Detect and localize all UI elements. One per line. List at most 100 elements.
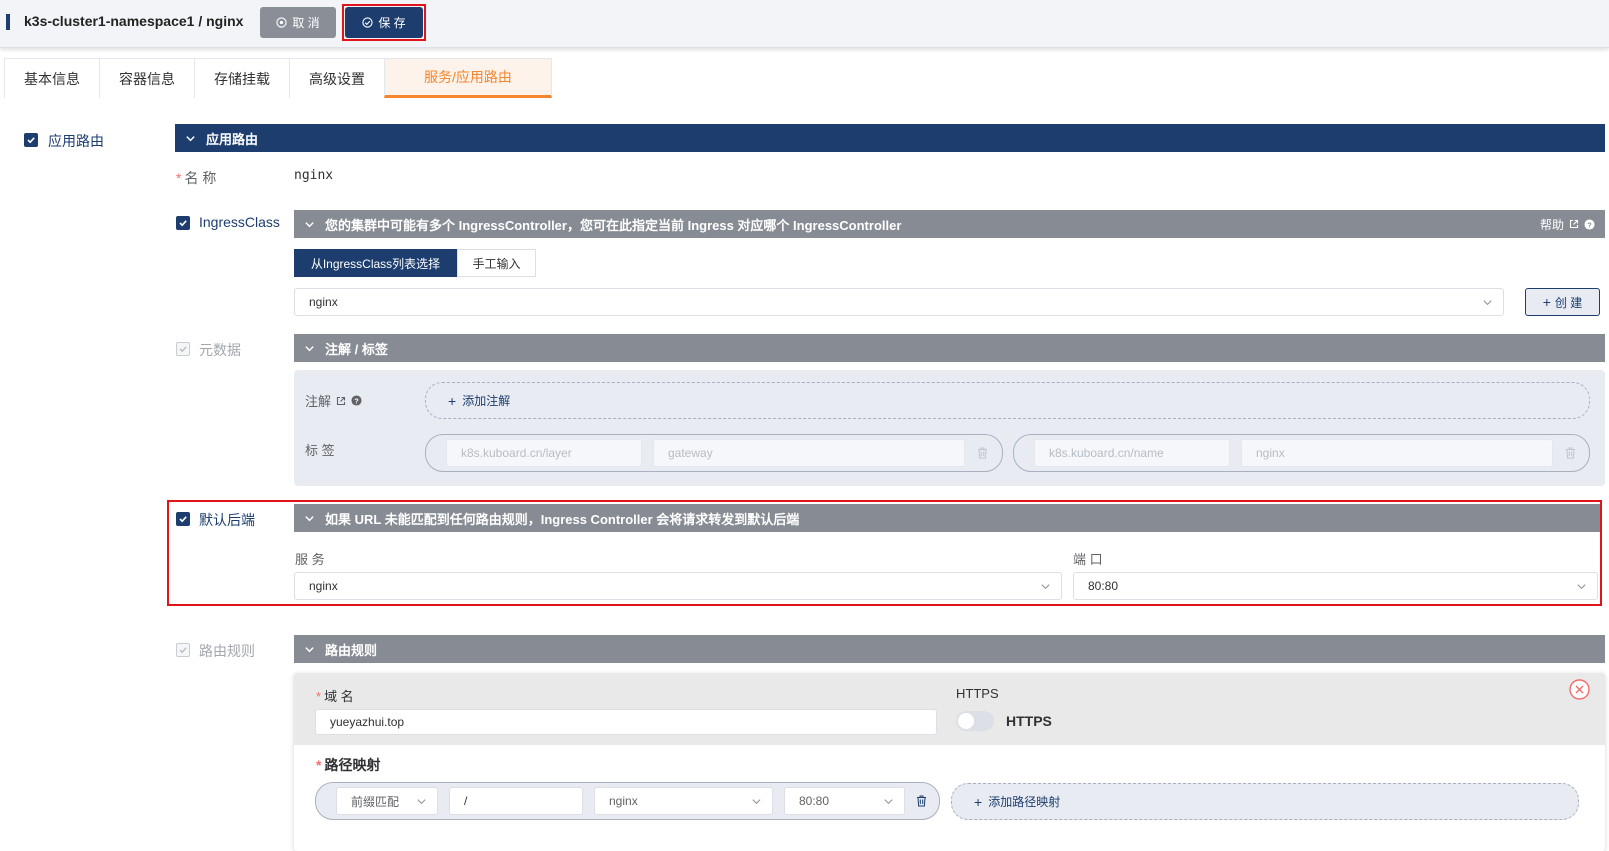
- create-ingressclass-button[interactable]: + 创 建: [1525, 288, 1600, 316]
- title-accent-bar: [6, 14, 10, 30]
- service-label: 服 务: [295, 552, 325, 567]
- help-link[interactable]: 帮助 ?: [1540, 216, 1595, 233]
- help-label: 帮助: [1539, 217, 1564, 232]
- service-select-value: nginx: [309, 579, 338, 593]
- chevron-down-icon: [1041, 583, 1050, 589]
- mode-from-list[interactable]: 从IngressClass列表选择: [294, 249, 457, 277]
- check-circle-icon: [362, 17, 373, 28]
- ingressclass-checkbox-label: IngressClass: [199, 214, 280, 230]
- trash-icon[interactable]: [1565, 447, 1576, 459]
- label-key-input-2[interactable]: k8s.kuboard.cn/name: [1034, 439, 1230, 467]
- mode-manual-input[interactable]: 手工输入: [457, 249, 536, 277]
- default-backend-service-select[interactable]: nginx: [294, 572, 1062, 600]
- tab-service-route[interactable]: 服务/应用路由: [384, 58, 552, 98]
- chevron-down-icon: [1577, 583, 1586, 589]
- trash-icon[interactable]: [916, 795, 927, 807]
- external-link-icon: [336, 396, 346, 405]
- ingress-section-bar[interactable]: 应用路由: [175, 124, 1605, 152]
- annotation-label-text: 注解: [305, 394, 332, 409]
- label-value-2: nginx: [1256, 446, 1285, 460]
- default-backend-bar-text: 如果 URL 未能匹配到任何路由规则，Ingress Controller 会将…: [325, 511, 800, 527]
- chevron-down-icon: [417, 798, 426, 804]
- domain-label: * 域 名: [316, 689, 354, 704]
- path-port-select[interactable]: 80:80: [784, 787, 905, 815]
- default-backend-checkbox-label: 默认后端: [199, 512, 255, 528]
- domain-input[interactable]: yueyazhui.top: [315, 709, 937, 735]
- chevron-down-icon: [1483, 299, 1492, 305]
- tab-storage-mount[interactable]: 存储挂载: [194, 58, 290, 98]
- rules-bar[interactable]: 路由规则: [294, 635, 1605, 663]
- path-mapping-label-text: 路径映射: [324, 757, 381, 773]
- default-backend-checkbox[interactable]: [176, 512, 190, 526]
- ingressclass-bar[interactable]: 您的集群中可能有多个 IngressController，您可在此指定当前 In…: [294, 210, 1605, 238]
- chevron-down-icon: [186, 135, 195, 141]
- ingress-checkbox-label: 应用路由: [48, 133, 104, 149]
- rules-checkbox-label: 路由规则: [199, 643, 255, 659]
- tab-bar: 基本信息 容器信息 存储挂载 高级设置 服务/应用路由: [4, 58, 552, 98]
- cancel-label: 取 消: [292, 16, 320, 30]
- path-value: /: [464, 794, 468, 808]
- path-port-value: 80:80: [799, 794, 830, 808]
- chevron-down-icon: [752, 798, 761, 804]
- label-value-1: gateway: [668, 446, 713, 460]
- tab-basic-info[interactable]: 基本信息: [4, 58, 100, 98]
- ingressclass-checkbox[interactable]: [176, 216, 190, 230]
- rules-checkbox[interactable]: [176, 643, 190, 657]
- path-service-select[interactable]: nginx: [594, 787, 773, 815]
- path-service-value: nginx: [609, 794, 638, 808]
- ingress-checkbox[interactable]: [24, 133, 38, 147]
- check-icon: [27, 137, 35, 144]
- metadata-bar-text: 注解 / 标签: [325, 341, 388, 357]
- chevron-down-icon: [305, 221, 314, 227]
- label-key-1: k8s.kuboard.cn/layer: [461, 446, 572, 460]
- close-circle-icon[interactable]: [1569, 679, 1590, 700]
- ingressclass-mode-toggle: 从IngressClass列表选择 手工输入: [294, 249, 536, 277]
- add-path-mapping-button[interactable]: + 添加路径映射: [951, 783, 1579, 820]
- label-value-input-1[interactable]: gateway: [653, 439, 965, 467]
- question-circle-icon: ?: [351, 395, 362, 406]
- name-value: nginx: [294, 168, 334, 183]
- external-link-icon: [1569, 219, 1579, 229]
- create-label: 创 建: [1554, 295, 1583, 310]
- port-label: 端 口: [1073, 552, 1103, 567]
- cancel-circle-icon: [276, 17, 287, 28]
- tab-container-info[interactable]: 容器信息: [99, 58, 195, 98]
- add-annotation-button[interactable]: + 添加注解: [425, 382, 1590, 419]
- port-select-value: 80:80: [1088, 579, 1119, 593]
- match-type-value: 前缀匹配: [351, 794, 400, 809]
- https-header: HTTPS: [956, 686, 999, 701]
- domain-value: yueyazhui.top: [330, 715, 405, 729]
- svg-text:?: ?: [1587, 220, 1592, 229]
- match-type-select[interactable]: 前缀匹配: [336, 787, 438, 815]
- add-path-label: 添加路径映射: [988, 795, 1061, 809]
- label-key-2: k8s.kuboard.cn/name: [1049, 446, 1164, 460]
- tab-advanced-settings[interactable]: 高级设置: [289, 58, 385, 98]
- plus-icon: +: [448, 392, 457, 409]
- label-value-input-2[interactable]: nginx: [1241, 439, 1553, 467]
- chevron-down-icon: [305, 646, 314, 652]
- check-icon: [179, 647, 187, 654]
- metadata-bar[interactable]: 注解 / 标签: [294, 334, 1605, 362]
- trash-icon[interactable]: [977, 447, 988, 459]
- path-mapping-label: * 路径映射: [316, 757, 381, 773]
- label-key-input-1[interactable]: k8s.kuboard.cn/layer: [446, 439, 642, 467]
- save-label: 保 存: [378, 16, 406, 30]
- save-button[interactable]: 保 存: [345, 7, 423, 38]
- path-input[interactable]: /: [449, 787, 583, 815]
- default-backend-port-select[interactable]: 80:80: [1073, 572, 1598, 600]
- plus-icon: +: [974, 793, 983, 810]
- domain-label-text: 域 名: [324, 689, 354, 704]
- ingressclass-select-value: nginx: [309, 295, 338, 309]
- cancel-button[interactable]: 取 消: [260, 7, 336, 38]
- default-backend-bar[interactable]: 如果 URL 未能匹配到任何路由规则，Ingress Controller 会将…: [294, 504, 1600, 532]
- https-toggle-label: HTTPS: [1006, 713, 1052, 729]
- https-toggle[interactable]: [956, 711, 994, 731]
- check-icon: [179, 220, 187, 227]
- ingressclass-select[interactable]: nginx: [294, 288, 1504, 316]
- metadata-checkbox-label: 元数据: [199, 342, 241, 358]
- annotation-label: 注解 ?: [305, 391, 362, 410]
- chevron-down-icon: [884, 798, 893, 804]
- metadata-checkbox[interactable]: [176, 342, 190, 356]
- ingress-section-title: 应用路由: [206, 131, 259, 147]
- chevron-down-icon: [305, 345, 314, 351]
